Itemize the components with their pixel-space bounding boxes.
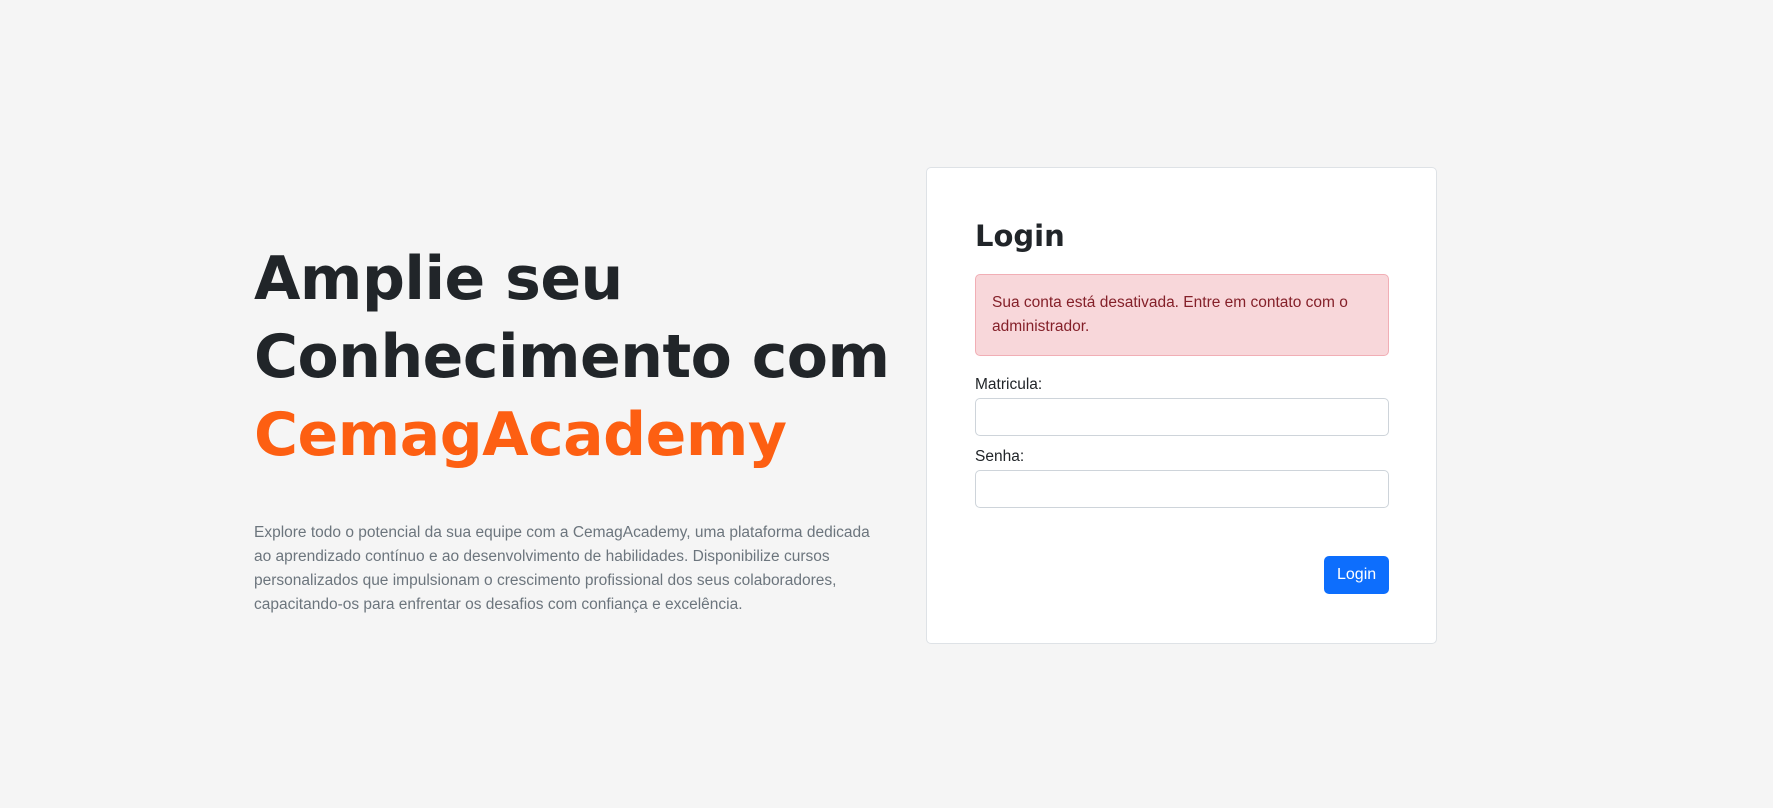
login-title: Login — [975, 219, 1065, 253]
login-card: Login Sua conta está desativada. Entre e… — [926, 167, 1437, 644]
login-form: Login Sua conta está desativada. Entre e… — [975, 216, 1389, 594]
account-disabled-alert: Sua conta está desativada. Entre em cont… — [975, 274, 1389, 356]
hero-title-line-1: Amplie seu — [254, 244, 623, 314]
form-actions: Login — [975, 556, 1389, 594]
senha-label: Senha: — [975, 448, 1025, 465]
hero-description: Explore todo o potencial da sua equipe c… — [254, 524, 870, 613]
senha-input[interactable] — [975, 470, 1389, 508]
hero-section: Amplie seu Conhecimento com CemagAcademy… — [254, 240, 890, 617]
matricula-label: Matricula: — [975, 376, 1043, 393]
matricula-input[interactable] — [975, 398, 1389, 436]
hero-title: Amplie seu Conhecimento com CemagAcademy — [254, 240, 890, 474]
hero-title-line-2: Conhecimento com — [254, 322, 890, 392]
login-button[interactable]: Login — [1324, 556, 1389, 594]
hero-brand-name: CemagAcademy — [254, 400, 787, 470]
